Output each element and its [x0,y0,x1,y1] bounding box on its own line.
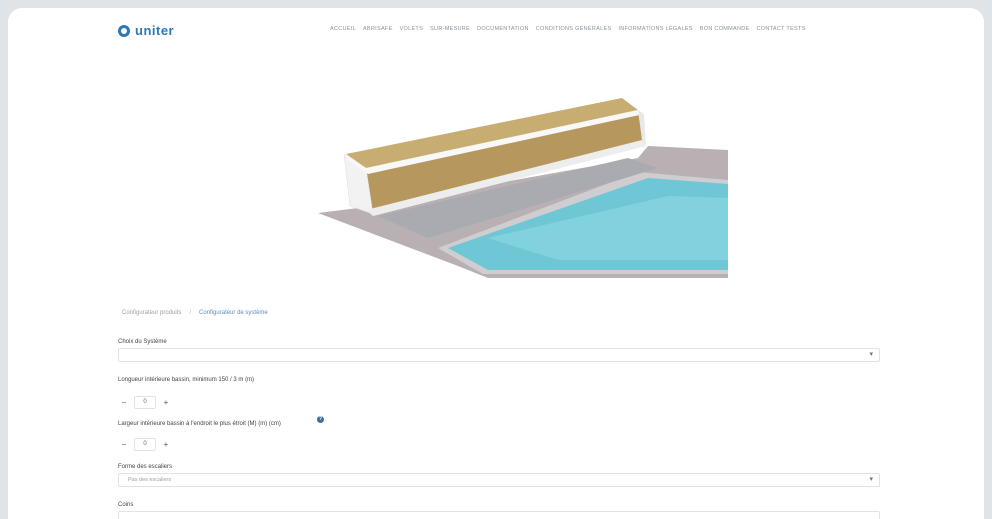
site-header: uniter Accueil Abrisafe Volets Sur-mesur… [8,8,984,54]
product-image [318,98,728,278]
nav-item-sur-mesure[interactable]: Sur-mesure [430,26,470,32]
length-stepper[interactable]: − 0 + [120,396,170,409]
nav-item-informations[interactable]: Informations légales [618,26,692,32]
length-value[interactable]: 0 [134,396,156,409]
logo-icon [118,24,130,37]
nav-item-bon-commande[interactable]: Bon commande [700,26,750,32]
minus-icon[interactable]: − [120,398,128,407]
plus-icon[interactable]: + [162,440,170,449]
nav-item-documentation[interactable]: Documentation [477,26,529,32]
stair-select[interactable]: Pas des escaliers ▾ [118,473,880,487]
width-label: Largeur intérieure bassin à l'endroit le… [118,421,281,427]
width-value[interactable]: 0 [134,438,156,451]
breadcrumb-item[interactable]: Configurateur produits [122,310,181,316]
nav-item-volets[interactable]: Volets [400,26,424,32]
system-select[interactable]: ▾ [118,348,880,362]
help-icon[interactable]: ? [317,416,324,423]
breadcrumb-current: Configurateur de système [199,310,268,316]
plus-icon[interactable]: + [162,398,170,407]
corners-select[interactable] [118,511,880,519]
page-card: uniter Accueil Abrisafe Volets Sur-mesur… [8,8,984,519]
length-label: Longueur intérieure bassin, minimum 150 … [118,377,255,383]
breadcrumb-separator: / [189,310,192,316]
logo-text: uniter [135,23,175,38]
width-stepper[interactable]: − 0 + [120,438,170,451]
main-nav: Accueil Abrisafe Volets Sur-mesure Docum… [330,26,806,32]
stair-select-value: Pas des escaliers [128,477,172,483]
chevron-down-icon: ▾ [869,476,873,483]
stair-label: Forme des escaliers [118,464,173,470]
chevron-down-icon: ▾ [869,351,873,358]
minus-icon[interactable]: − [120,440,128,449]
system-label: Choix du Système [118,339,167,345]
nav-item-abrisafe[interactable]: Abrisafe [363,26,393,32]
corners-label: Coins [118,502,134,508]
nav-item-contact[interactable]: Contact Tests [757,26,806,32]
breadcrumb: Configurateur produits / Configurateur d… [122,310,268,316]
site-logo[interactable]: uniter [118,23,174,38]
nav-item-accueil[interactable]: Accueil [330,26,356,32]
nav-item-conditions[interactable]: Conditions Générales [536,26,612,32]
